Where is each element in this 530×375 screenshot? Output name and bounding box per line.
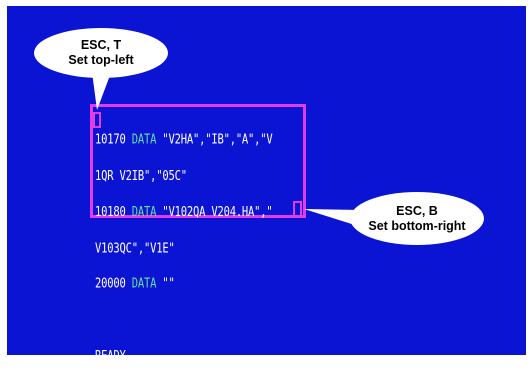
line-number: 10180 [95, 204, 126, 220]
terminal-line: V103QC","V1E" [95, 240, 273, 256]
line-text: "V102QA V204.HA"," [156, 204, 273, 220]
terminal-line: 10170 DATA "V2HA","IB","A","V [95, 132, 273, 148]
line-text: "V2HA","IB","A","V [156, 132, 273, 148]
terminal-text: 10170 DATA "V2HA","IB","A","V 1QR V2IB",… [95, 111, 273, 375]
terminal-line: 1QR V2IB","05C" [95, 168, 273, 184]
line-text: 1QR V2IB","05C" [95, 168, 187, 184]
callout-top-left: ESC, T Set top-left [34, 28, 168, 78]
callout-title: ESC, B [396, 203, 438, 218]
keyword: DATA [131, 276, 157, 292]
keyword: DATA [131, 204, 157, 220]
callout-description: Set top-left [68, 53, 134, 67]
callout-bottom-right: ESC, B Set bottom-right [350, 192, 484, 245]
line-text: V103QC","V1E" [95, 240, 175, 256]
terminal-line: READY. [95, 348, 273, 364]
ready-prompt: READY. [95, 348, 132, 364]
line-number: 10170 [95, 132, 126, 148]
terminal-line: 10180 DATA "V102QA V204.HA"," [95, 204, 273, 220]
line-number: 20000 [95, 276, 126, 292]
callout-title: ESC, T [80, 38, 122, 52]
terminal-line: 20000 DATA "" [95, 276, 273, 292]
line-text: "" [156, 276, 175, 292]
keyword: DATA [131, 132, 157, 148]
bottom-right-marker [293, 201, 302, 218]
callout-description: Set bottom-right [368, 218, 466, 233]
